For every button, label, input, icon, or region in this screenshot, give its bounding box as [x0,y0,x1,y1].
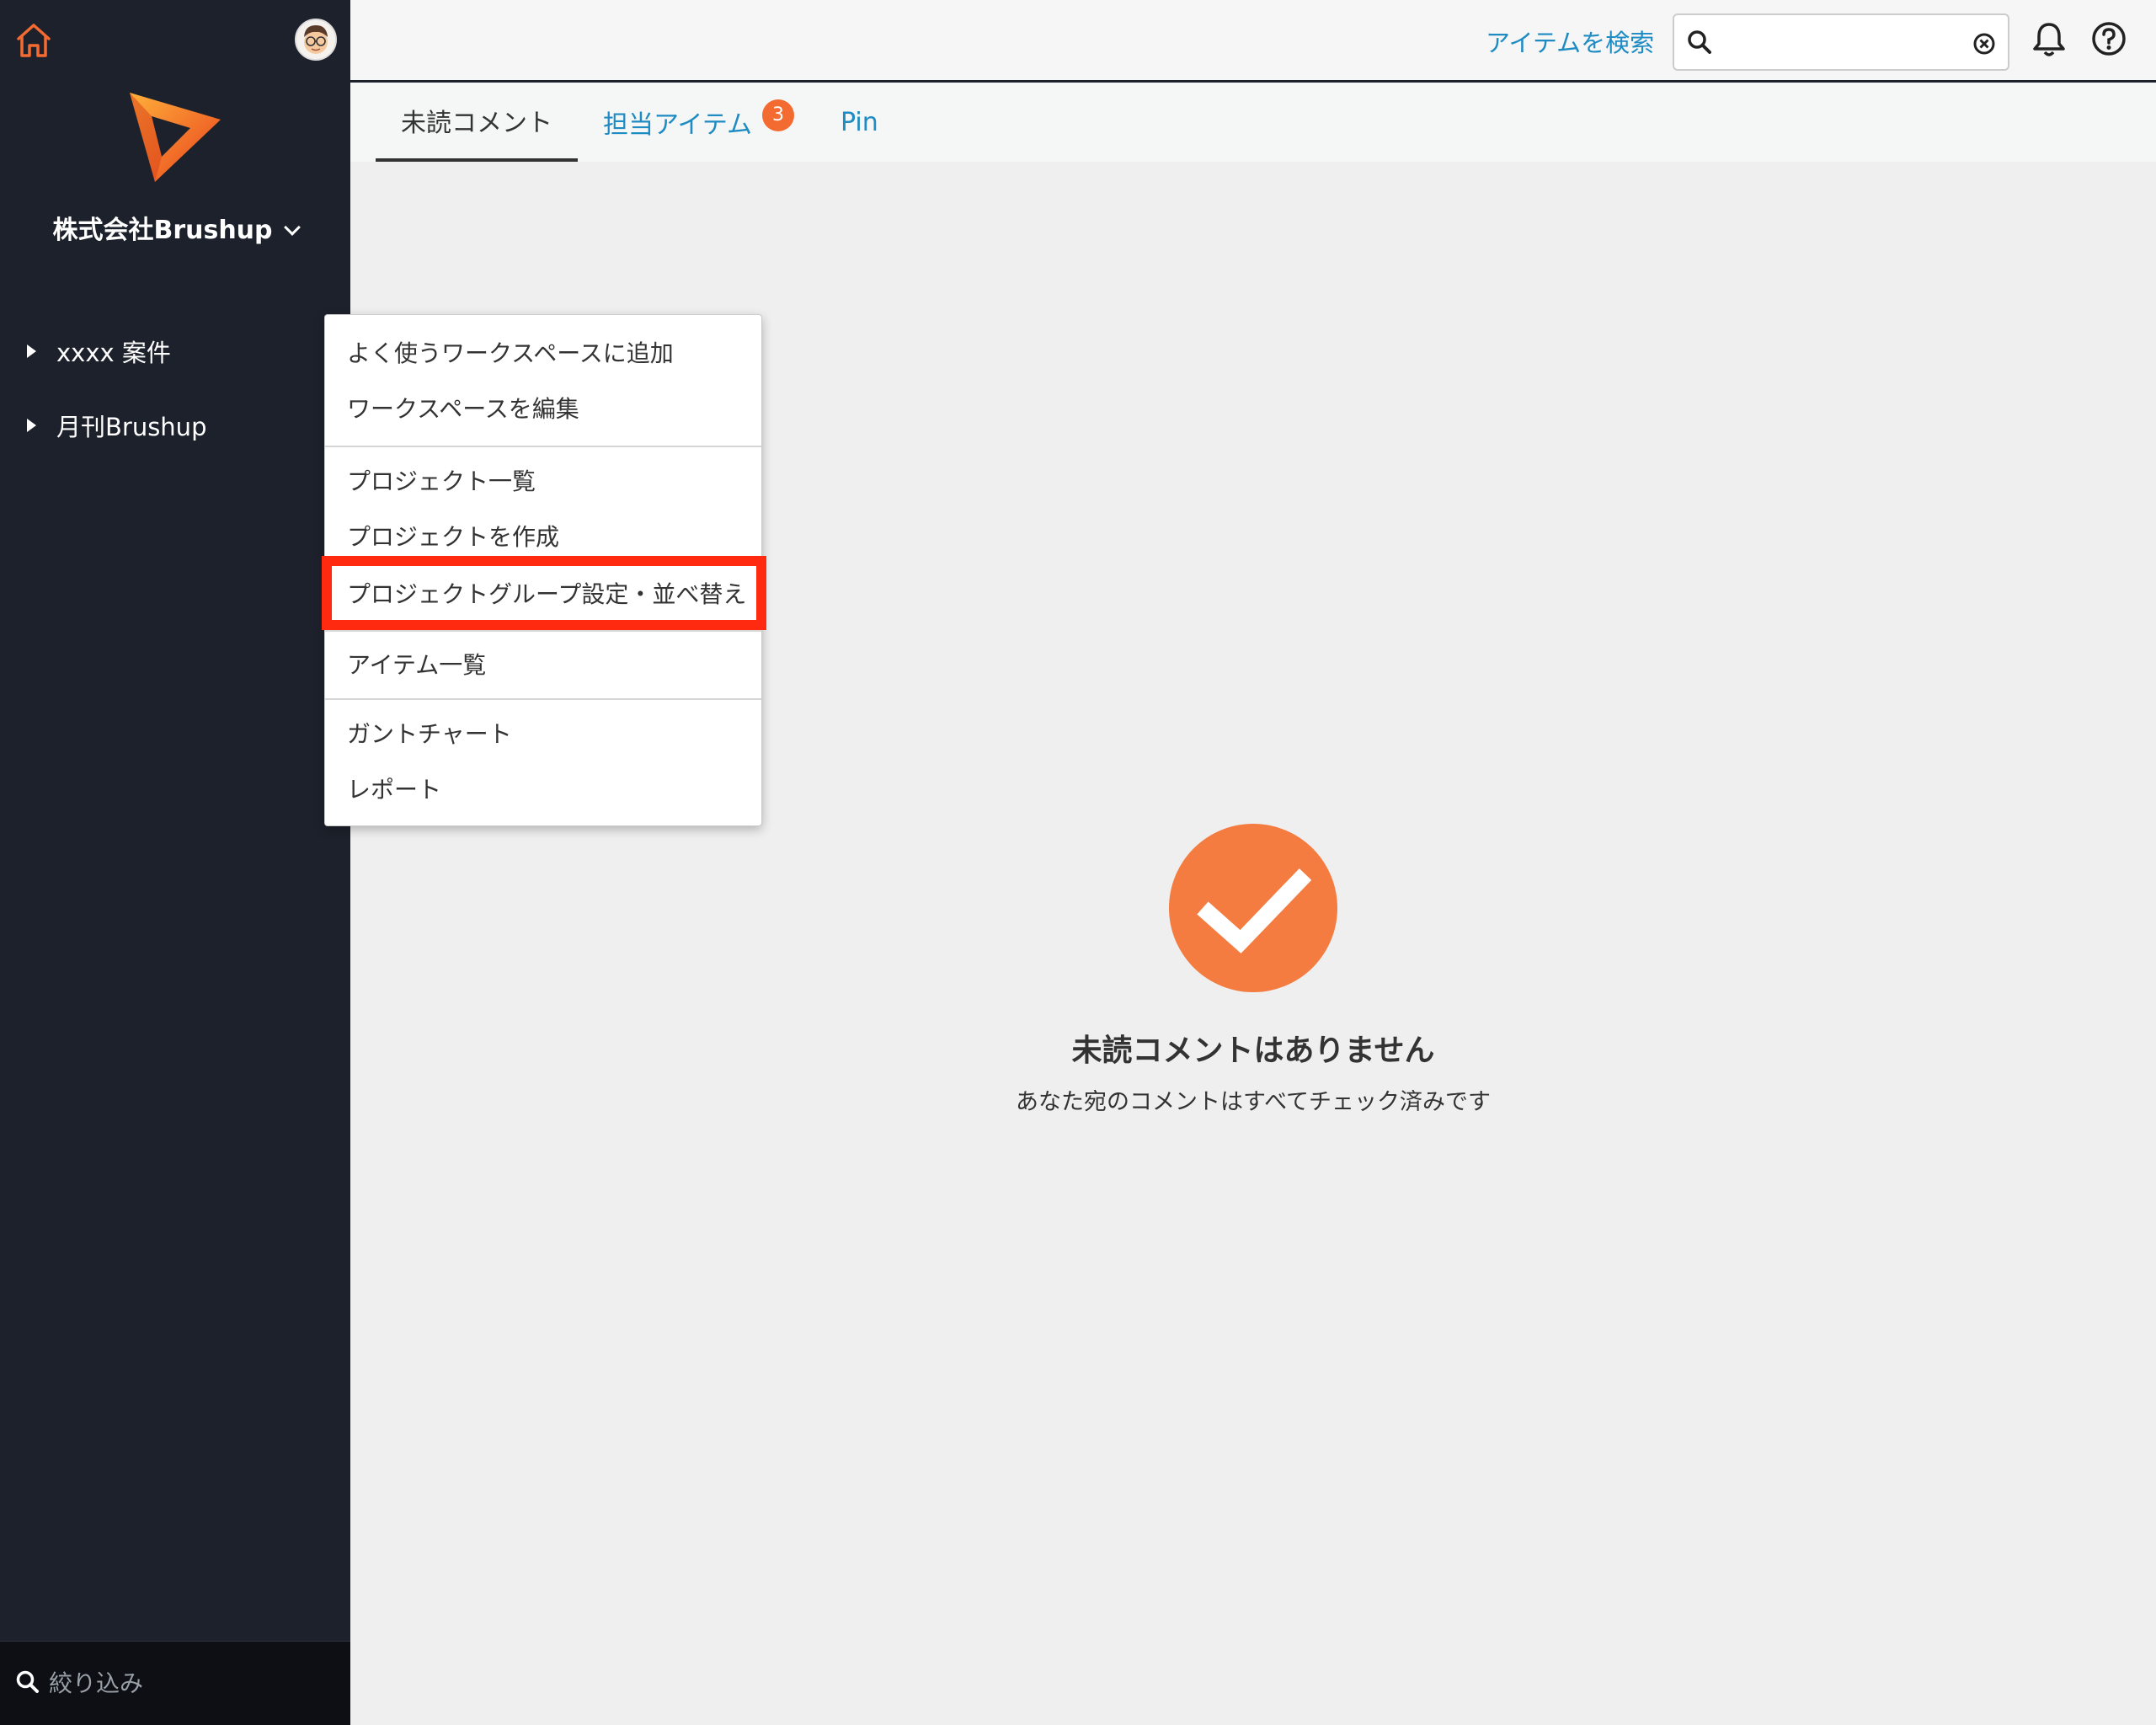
highlight-box [322,556,766,630]
menu-item-edit-workspace[interactable]: ワークスペースを編集 [347,391,579,425]
menu-item-add-favorite[interactable]: よく使うワークスペースに追加 [347,335,674,369]
clear-icon[interactable] [1972,32,1996,59]
menu-item-item-list[interactable]: アイテム一覧 [347,647,486,681]
menu-divider [325,446,761,447]
help-icon[interactable] [2090,20,2127,61]
search-box[interactable] [1673,13,2009,71]
top-bar: アイテムを検索 [350,0,2156,83]
menu-item-gantt-chart[interactable]: ガントチャート [347,716,512,750]
empty-state-title: 未読コメントはありません [1071,1033,1435,1068]
tab-label: 未読コメント [401,109,552,138]
search-input[interactable] [1723,24,1951,61]
search-icon [1686,29,1713,59]
tab-unread-comments[interactable]: 未読コメント [376,83,578,162]
search-icon [15,1669,40,1698]
menu-item-report[interactable]: レポート [347,772,441,805]
company-switcher[interactable]: 株式会社Brushup [0,209,350,246]
item-search-link[interactable]: アイテムを検索 [1486,24,1654,59]
menu-divider [325,698,761,700]
caret-right-icon[interactable] [27,344,36,358]
menu-item-create-project[interactable]: プロジェクトを作成 [347,519,559,553]
sidebar-item-label: xxxx 案件 [56,339,171,367]
company-name: 株式会社Brushup [52,216,273,245]
tab-assigned-items[interactable]: 担当アイテム 3 [578,83,819,162]
caret-right-icon[interactable] [27,419,36,432]
empty-state-subtitle: あなた宛のコメントはすべてチェック済みです [1015,1089,1492,1115]
sidebar-filter [0,1641,350,1725]
tab-label: Pin [841,107,878,137]
sidebar: 株式会社Brushup xxxx 案件 月刊Brushup [0,0,350,1725]
home-icon[interactable] [13,20,54,61]
checkmark-icon [1169,824,1337,992]
filter-input[interactable] [49,1669,335,1697]
sidebar-item-workspace[interactable]: 月刊Brushup [27,408,206,443]
sidebar-item-workspace[interactable]: xxxx 案件 [27,334,171,369]
sidebar-item-label: 月刊Brushup [56,413,207,441]
count-badge: 3 [762,99,794,131]
tab-bar: 未読コメント 担当アイテム 3 Pin [350,83,2156,162]
menu-divider [325,630,761,632]
chevron-down-icon [283,219,301,236]
tab-pin[interactable]: Pin [815,83,904,162]
avatar[interactable] [295,19,337,61]
brushup-logo [126,88,227,189]
tab-label: 担当アイテム [603,110,752,140]
menu-item-project-list[interactable]: プロジェクト一覧 [347,463,536,497]
bell-icon[interactable] [2031,20,2067,62]
